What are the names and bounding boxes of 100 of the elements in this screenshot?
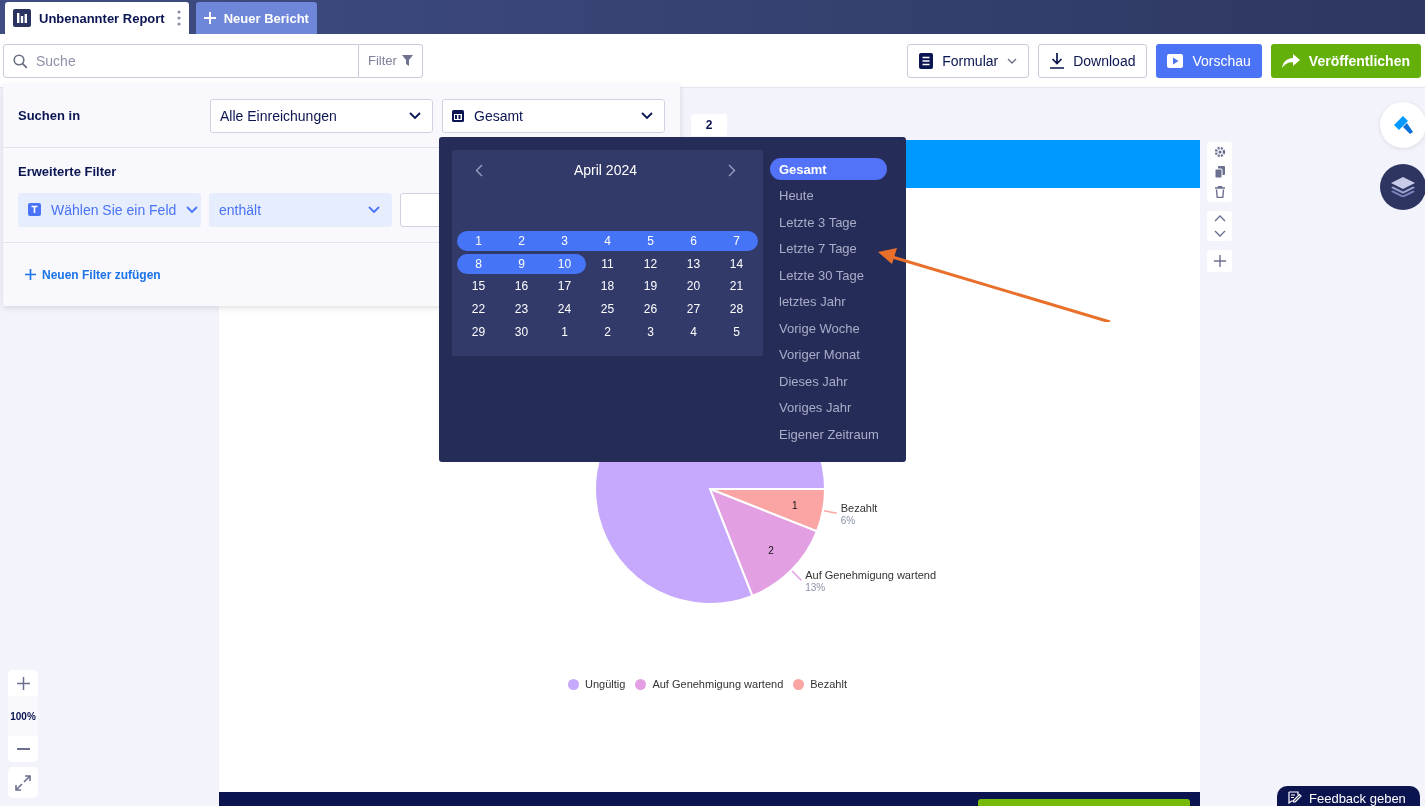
calendar-day[interactable]: 28	[715, 299, 758, 320]
calendar-day[interactable]: 15	[457, 276, 500, 297]
play-icon	[1167, 53, 1184, 68]
chevron-up-icon[interactable]	[1213, 215, 1226, 222]
scope-dropdown[interactable]: Alle Einreichungen	[210, 98, 433, 133]
calendar-day[interactable]: 29	[457, 321, 500, 342]
calendar-day[interactable]: 13	[672, 253, 715, 274]
expand-icon	[14, 773, 32, 792]
preset-option[interactable]: Letzte 7 Tage	[770, 237, 887, 260]
calendar-day[interactable]: 18	[586, 276, 629, 297]
caret-icon	[641, 112, 653, 119]
preset-option[interactable]: Voriges Jahr	[770, 396, 887, 419]
page-number: 2	[691, 114, 727, 136]
download-button[interactable]: Download	[1038, 43, 1148, 78]
calendar-day[interactable]: 9	[500, 253, 543, 274]
report-tab[interactable]: Unbenannter Report	[5, 2, 189, 34]
calendar-day[interactable]: 19	[629, 276, 672, 297]
calendar-day[interactable]: 2	[586, 321, 629, 342]
funnel-icon	[401, 55, 413, 66]
chevron-left-icon[interactable]	[475, 163, 483, 177]
download-icon	[1050, 52, 1065, 69]
calendar-day[interactable]: 4	[672, 321, 715, 342]
leader-line	[791, 570, 802, 581]
section-label: Erweiterte Filter	[18, 163, 117, 179]
calendar-day[interactable]: 3	[629, 321, 672, 342]
legend-label: Ungültig	[585, 678, 626, 690]
calendar-day[interactable]: 1	[543, 321, 586, 342]
feedback-button[interactable]: Feedback geben	[1277, 786, 1420, 806]
more-icon[interactable]	[176, 10, 181, 26]
calendar-day[interactable]: 7	[715, 231, 758, 251]
settings-icon[interactable]	[1213, 146, 1226, 158]
calendar-day[interactable]: 1	[457, 231, 500, 251]
zoom-level: 100%	[8, 696, 38, 736]
leader-line	[823, 510, 838, 514]
chevron-down-icon[interactable]	[1213, 230, 1226, 237]
slice-label: Auf Genehmigung wartend	[805, 569, 937, 582]
calendar-day[interactable]: 14	[715, 253, 758, 274]
plus-icon	[1213, 255, 1226, 267]
fullscreen-button[interactable]	[8, 767, 38, 798]
chart-icon	[13, 9, 31, 27]
layers-button[interactable]	[1380, 164, 1425, 210]
calendar-day[interactable]: 30	[500, 321, 543, 342]
text-field-icon	[28, 203, 41, 216]
preset-option[interactable]: Letzte 3 Tage	[770, 211, 887, 233]
preset-option[interactable]: Eigener Zeitraum	[770, 423, 887, 445]
preset-option[interactable]: Letzte 30 Tage	[770, 264, 887, 286]
slice-value-label: 2	[768, 545, 774, 556]
field-dropdown[interactable]: Wählen Sie ein Feld	[18, 192, 201, 227]
trash-icon[interactable]	[1214, 186, 1225, 198]
chevron-right-icon[interactable]	[728, 163, 736, 177]
caret-icon	[186, 206, 199, 213]
preview-button[interactable]: Vorschau	[1156, 43, 1262, 78]
calendar-day[interactable]: 22	[457, 299, 500, 320]
calendar-day[interactable]: 16	[500, 276, 543, 297]
calendar-day[interactable]: 25	[586, 299, 629, 320]
slice-percent: 13%	[805, 582, 826, 594]
preset-option[interactable]: Gesamt	[770, 158, 887, 180]
preset-option[interactable]: Dieses Jahr	[770, 370, 887, 392]
preset-option[interactable]: Heute	[770, 184, 887, 207]
calendar-day[interactable]: 17	[543, 276, 586, 297]
preset-option[interactable]: Vorige Woche	[770, 317, 887, 339]
slice-value-label: 1	[791, 500, 798, 512]
calendar-day[interactable]: 5	[715, 321, 758, 342]
calendar-day[interactable]: 10	[543, 253, 586, 274]
add-button[interactable]	[1207, 250, 1232, 272]
preset-option[interactable]: letztes Jahr	[770, 290, 887, 313]
calendar-day[interactable]: 24	[543, 299, 586, 320]
form-button[interactable]: Formular	[907, 43, 1030, 78]
style-button[interactable]	[1380, 102, 1425, 148]
copy-icon[interactable]	[1214, 166, 1225, 178]
calendar-icon	[452, 109, 464, 122]
filter-button[interactable]: Filter	[359, 43, 423, 78]
calendar-day[interactable]: 21	[715, 276, 758, 297]
search-field[interactable]: Suche	[3, 43, 359, 78]
calendar-day[interactable]: 23	[500, 299, 543, 320]
document-icon	[919, 52, 934, 69]
plus-icon	[203, 12, 216, 24]
feedback-icon	[1288, 791, 1302, 805]
calendar-day[interactable]: 20	[672, 276, 715, 297]
add-filter-link[interactable]: Neuen Filter zufügen	[25, 267, 161, 282]
calendar-day[interactable]: 2	[500, 231, 543, 251]
slice-label: Bezahlt	[840, 502, 878, 515]
calendar-day[interactable]: 4	[586, 231, 629, 251]
operator-dropdown[interactable]: enthält	[209, 192, 392, 227]
caret-icon	[368, 206, 380, 213]
section-label: Suchen in	[18, 108, 82, 123]
calendar-day[interactable]: 8	[457, 253, 500, 274]
search-icon	[13, 53, 28, 69]
month-title: April 2024	[573, 162, 637, 178]
calendar-day[interactable]: 11	[586, 253, 629, 274]
calendar-day[interactable]: 5	[629, 231, 672, 251]
legend-label: Auf Genehmigung wartend	[652, 678, 784, 690]
calendar-day[interactable]: 26	[629, 299, 672, 320]
calendar-day[interactable]: 12	[629, 253, 672, 274]
calendar-day[interactable]: 6	[672, 231, 715, 251]
legend-label: Bezahlt	[810, 678, 847, 690]
period-dropdown[interactable]: Gesamt	[442, 98, 665, 133]
preset-option[interactable]: Voriger Monat	[770, 343, 887, 366]
calendar-day[interactable]: 27	[672, 299, 715, 320]
calendar-day[interactable]: 3	[543, 231, 586, 251]
